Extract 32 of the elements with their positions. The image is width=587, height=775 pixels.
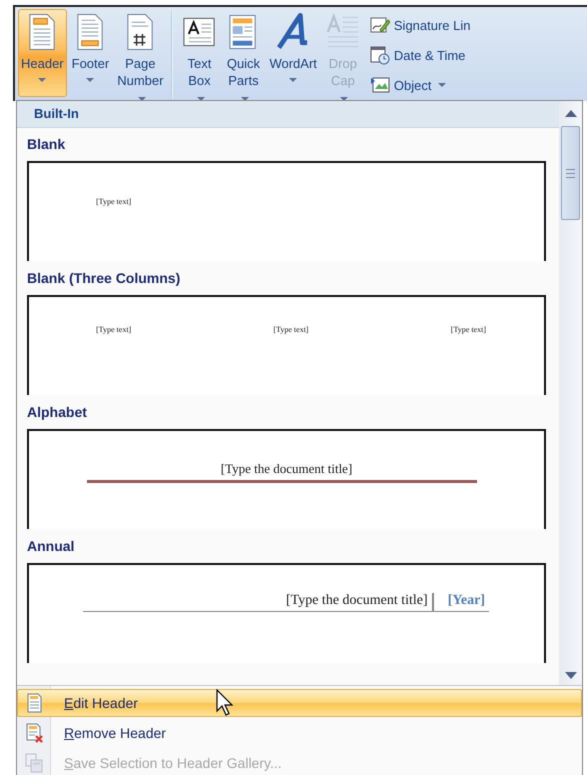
menu-item[interactable]: Remove Header xyxy=(17,719,582,747)
ribbon-button[interactable]: Date & Time xyxy=(370,43,471,67)
scroll-thumb[interactable] xyxy=(561,126,580,220)
ribbon-button[interactable]: Object xyxy=(370,73,471,97)
scroll-up-icon[interactable] xyxy=(564,110,576,117)
preview-text: [Type text] xyxy=(450,325,486,336)
header-preview[interactable]: [Type the document title] [Year] xyxy=(27,563,546,663)
pointer-cursor-icon xyxy=(216,689,234,717)
preview-text: [Year] xyxy=(432,593,489,611)
ribbon-button[interactable]: WordArt xyxy=(266,9,320,97)
preview-text: [Type text] xyxy=(96,325,132,336)
section-header: Built-In xyxy=(17,101,559,128)
calendar-clock-icon xyxy=(370,45,390,65)
ribbon-button[interactable]: Header xyxy=(18,9,67,97)
scrollbar[interactable] xyxy=(559,101,582,685)
header-preview[interactable]: [Type text] [Type text] [Type text] xyxy=(27,295,546,395)
object-icon xyxy=(370,75,390,95)
ribbon-button[interactable]: Signature Lin xyxy=(370,13,471,37)
signature-icon xyxy=(370,15,390,35)
preview-text: [Type text] xyxy=(273,325,309,336)
header-preview[interactable]: [Type text] xyxy=(27,161,546,261)
gallery-item-title: Alphabet xyxy=(27,403,87,422)
header-preview[interactable]: [Type the document title] xyxy=(27,429,546,529)
ribbon-button[interactable]: Footer xyxy=(68,9,112,97)
gallery-item-title: Blank xyxy=(27,135,66,154)
preview-text: [Type the document title] xyxy=(220,461,352,477)
gallery-item-title: Annual xyxy=(27,537,74,556)
gallery-item-title: Blank (Three Columns) xyxy=(27,269,180,288)
preview-text: [Type the document title] xyxy=(286,593,428,610)
preview-text: [Type text] xyxy=(96,197,132,206)
menu-item[interactable]: Edit Header xyxy=(17,689,582,717)
page-delete-icon xyxy=(24,723,44,743)
